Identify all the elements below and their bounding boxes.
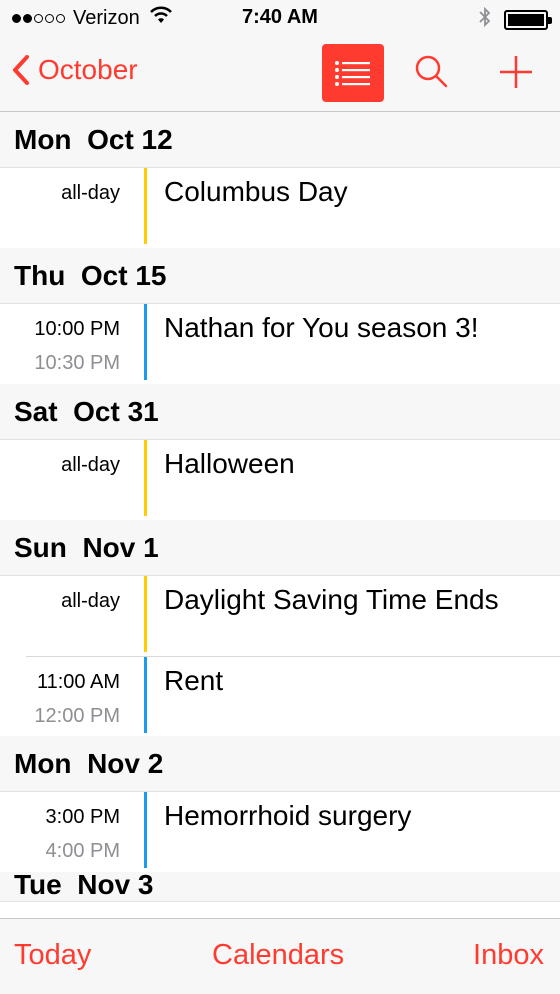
event-row[interactable]: all-day Halloween: [0, 440, 560, 520]
day-header: Sun Nov 1: [0, 520, 560, 576]
search-button[interactable]: [414, 54, 450, 95]
event-title: Rent: [164, 665, 224, 696]
event-end-time: 12:00 PM: [34, 705, 120, 727]
day-header: Mon Oct 12: [0, 112, 560, 168]
event-row[interactable]: all-day Daylight Saving Time Ends: [0, 576, 560, 656]
event-end-time: 4:00 PM: [45, 840, 120, 862]
event-title: Columbus Day: [164, 176, 348, 207]
battery-fill: [508, 13, 544, 26]
calendar-color-bar: [144, 440, 147, 516]
add-event-button[interactable]: [496, 52, 536, 97]
tab-today[interactable]: Today: [14, 939, 91, 972]
event-row[interactable]: all-day Columbus Day: [0, 168, 560, 248]
nav-bar: October: [0, 38, 560, 112]
event-title: Nathan for You season 3!: [164, 312, 479, 343]
calendar-color-bar: [144, 657, 147, 733]
tab-calendars[interactable]: Calendars: [212, 939, 344, 972]
event-end-time: 10:30 PM: [34, 352, 120, 374]
event-title: Daylight Saving Time Ends: [164, 584, 499, 615]
calendar-color-bar: [144, 168, 147, 244]
calendar-color-bar: [144, 792, 147, 868]
event-start-time: 3:00 PM: [45, 806, 120, 828]
bluetooth-icon: [478, 6, 492, 33]
calendar-color-bar: [144, 576, 147, 652]
all-day-label: all-day: [61, 454, 120, 476]
tab-bar: Today Calendars Inbox: [0, 918, 560, 994]
event-list[interactable]: Mon Oct 12 all-day Columbus Day Thu Oct …: [0, 112, 560, 918]
status-bar: Verizon 7:40 AM: [0, 0, 560, 38]
status-time: 7:40 AM: [242, 6, 318, 28]
event-start-time: 10:00 PM: [34, 318, 120, 340]
status-right: [478, 6, 552, 33]
event-row[interactable]: 3:00 PM 4:00 PM Hemorrhoid surgery: [0, 792, 560, 872]
event-title: Hemorrhoid surgery: [164, 800, 412, 831]
day-header: Sat Oct 31: [0, 384, 560, 440]
back-label: October: [38, 54, 138, 85]
event-title: Halloween: [164, 448, 295, 479]
all-day-label: all-day: [61, 182, 120, 204]
calendar-color-bar: [144, 304, 147, 380]
day-header: Mon Nov 2: [0, 736, 560, 792]
list-view-button[interactable]: [322, 44, 384, 102]
battery-icon: [504, 9, 552, 30]
day-header: Tue Nov 3: [0, 872, 560, 902]
event-start-time: 11:00 AM: [36, 671, 120, 693]
tab-inbox[interactable]: Inbox: [473, 939, 544, 972]
search-icon: [415, 55, 448, 88]
day-header: Thu Oct 15: [0, 248, 560, 304]
event-row[interactable]: 11:00 AM 12:00 PM Rent: [26, 656, 560, 736]
add-icon: [500, 56, 532, 88]
chevron-left-icon: [13, 55, 29, 85]
event-row[interactable]: 10:00 PM 10:30 PM Nathan for You season …: [0, 304, 560, 384]
list-view-icon: [335, 61, 370, 86]
back-button[interactable]: October: [12, 54, 138, 86]
all-day-label: all-day: [61, 590, 120, 612]
